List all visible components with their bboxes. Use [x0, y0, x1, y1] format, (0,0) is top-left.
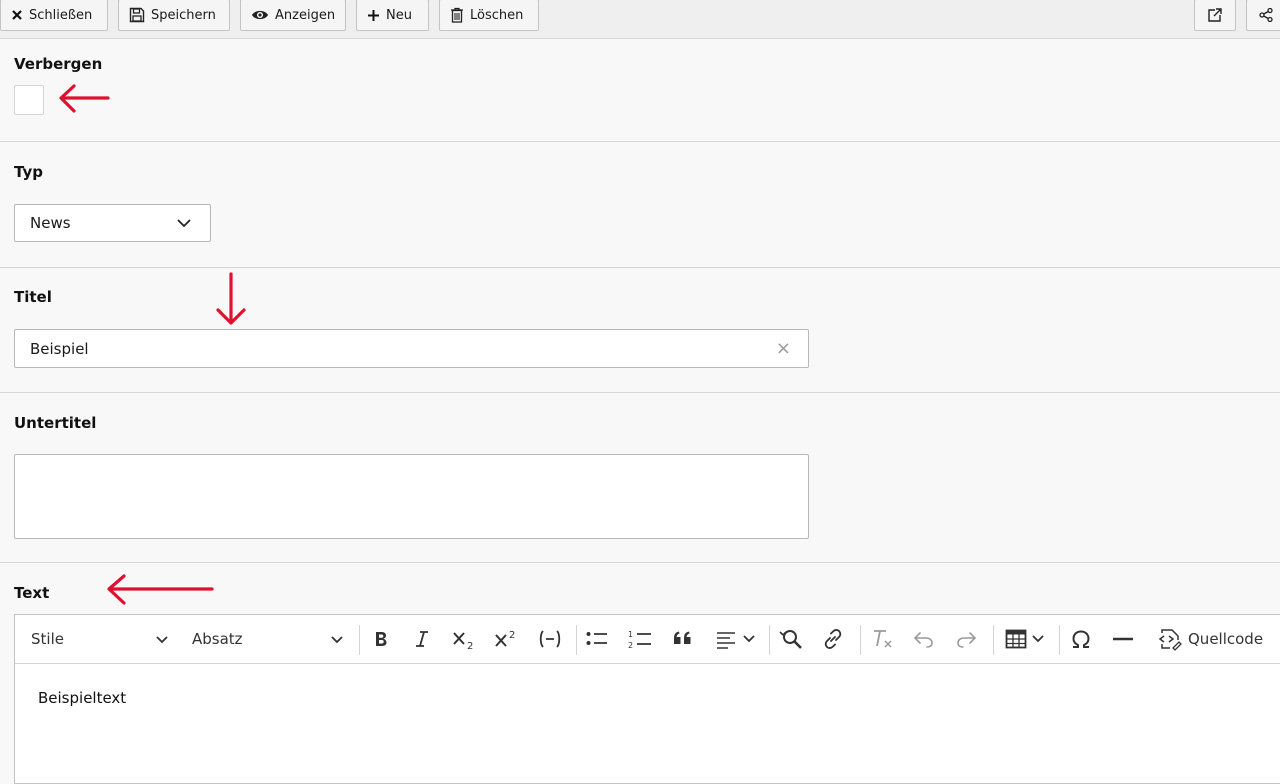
find-replace-button[interactable]	[779, 625, 805, 653]
document-toolbar: Schließen Speichern Anzeigen Neu Löschen	[0, 0, 1280, 39]
chevron-down-icon	[156, 636, 168, 644]
horizontal-line-button[interactable]	[1112, 625, 1134, 653]
trash-icon	[451, 7, 463, 23]
external-link-icon	[1208, 8, 1222, 22]
horizontal-line-icon	[1113, 637, 1133, 641]
link-icon	[824, 629, 842, 649]
italic-button[interactable]	[413, 625, 431, 653]
type-select[interactable]: News	[14, 204, 211, 242]
title-input[interactable]: Beispiel ×	[14, 329, 809, 368]
blockquote-icon	[674, 631, 691, 644]
format-dropdown-label: Absatz	[192, 630, 243, 648]
title-input-value: Beispiel	[30, 339, 89, 358]
subtitle-label: Untertitel	[14, 414, 97, 432]
annotation-arrow-left-long-icon	[107, 574, 214, 605]
share-button[interactable]	[1246, 0, 1280, 31]
svg-text:1: 1	[628, 630, 633, 639]
remove-format-button[interactable]	[871, 625, 895, 653]
delete-button[interactable]: Löschen	[439, 0, 539, 31]
text-label: Text	[14, 584, 50, 602]
chevron-down-icon	[1032, 635, 1044, 643]
new-button-label: Neu	[386, 7, 412, 23]
align-dropdown[interactable]	[716, 625, 755, 653]
code-button[interactable]	[537, 625, 563, 653]
close-button[interactable]: Schließen	[0, 0, 108, 31]
undo-icon	[913, 632, 933, 648]
special-char-icon	[1072, 630, 1090, 648]
eye-icon	[252, 10, 268, 20]
subtitle-textarea[interactable]	[14, 454, 809, 539]
share-icon	[1259, 8, 1273, 22]
editor-toolbar: Stile Absatz 2 2 12 Quellcode	[15, 615, 1280, 664]
chevron-down-icon	[743, 635, 755, 643]
title-label: Titel	[14, 288, 52, 306]
open-external-button[interactable]	[1194, 0, 1236, 31]
hide-checkbox[interactable]	[14, 85, 44, 115]
rich-text-editor: Stile Absatz 2 2 12 Quellcode Beispielte…	[14, 614, 1280, 784]
chevron-down-icon	[331, 636, 343, 644]
clear-icon[interactable]: ×	[776, 338, 791, 359]
subscript-icon: 2	[453, 632, 473, 650]
style-dropdown[interactable]: Stile	[31, 625, 168, 653]
new-button[interactable]: Neu	[356, 0, 429, 31]
redo-button[interactable]	[955, 625, 977, 653]
toolbar-separator	[1059, 625, 1060, 655]
svg-text:2: 2	[467, 641, 473, 650]
close-button-label: Schließen	[29, 7, 93, 23]
save-icon	[129, 7, 145, 23]
blockquote-button[interactable]	[672, 625, 694, 653]
view-button[interactable]: Anzeigen	[240, 0, 346, 31]
subscript-button[interactable]: 2	[452, 625, 478, 653]
delete-button-label: Löschen	[470, 7, 524, 23]
save-button-label: Speichern	[151, 7, 216, 23]
bold-icon	[376, 632, 387, 646]
superscript-icon: 2	[495, 630, 515, 647]
superscript-button[interactable]: 2	[494, 625, 520, 653]
close-icon	[12, 10, 22, 20]
table-dropdown[interactable]	[1005, 625, 1044, 653]
toolbar-separator	[993, 625, 994, 655]
numbered-list-button[interactable]: 12	[627, 625, 653, 653]
source-code-icon	[1158, 629, 1182, 651]
link-button[interactable]	[822, 625, 844, 653]
italic-icon	[416, 631, 428, 647]
source-code-button[interactable]: Quellcode	[1158, 625, 1263, 653]
toolbar-separator	[359, 625, 360, 655]
redo-icon	[957, 632, 977, 648]
bullet-list-icon	[586, 632, 607, 645]
annotation-arrow-down-icon	[216, 272, 246, 325]
svg-text:2: 2	[509, 630, 515, 641]
table-icon	[1005, 629, 1027, 649]
undo-button[interactable]	[913, 625, 935, 653]
bold-button[interactable]	[371, 625, 391, 653]
toolbar-separator	[576, 625, 577, 655]
style-dropdown-label: Stile	[31, 630, 64, 648]
hide-label: Verbergen	[14, 55, 103, 73]
code-icon	[539, 630, 561, 648]
toolbar-separator	[860, 625, 861, 655]
annotation-arrow-left-icon	[59, 84, 110, 113]
numbered-list-icon: 12	[628, 630, 651, 650]
bullet-list-button[interactable]	[585, 625, 609, 653]
svg-text:2: 2	[628, 641, 633, 650]
type-label: Typ	[14, 163, 43, 181]
remove-format-icon	[874, 630, 892, 648]
format-dropdown[interactable]: Absatz	[192, 625, 343, 653]
plus-icon	[368, 9, 379, 21]
type-select-value: News	[30, 214, 71, 232]
find-replace-icon	[779, 630, 802, 649]
hide-section	[0, 39, 1280, 142]
special-char-button[interactable]	[1070, 625, 1092, 653]
source-code-label: Quellcode	[1188, 630, 1264, 648]
chevron-down-icon	[177, 219, 191, 228]
toolbar-separator	[769, 625, 770, 655]
view-button-label: Anzeigen	[275, 7, 336, 23]
align-icon	[717, 632, 735, 649]
editor-content[interactable]: Beispieltext	[38, 689, 126, 707]
save-button[interactable]: Speichern	[118, 0, 230, 31]
